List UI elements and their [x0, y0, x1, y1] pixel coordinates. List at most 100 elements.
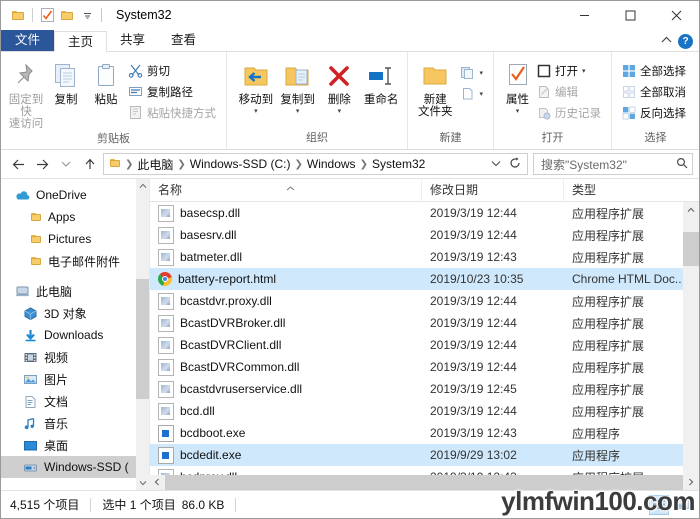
search-icon[interactable]: [676, 157, 688, 172]
sidebar-item-downloads[interactable]: Downloads: [1, 324, 149, 346]
move-to-dropdown-icon[interactable]: ▾: [254, 107, 258, 115]
table-row[interactable]: bcdedit.exe 2019/9/29 13:02 应用程序: [150, 444, 699, 466]
close-button[interactable]: [653, 1, 699, 29]
copy-button[interactable]: 复制: [46, 56, 86, 106]
scroll-left-icon[interactable]: [149, 478, 165, 488]
search-input[interactable]: 搜索"System32": [541, 156, 676, 173]
properties-dropdown-icon[interactable]: ▾: [516, 107, 520, 115]
copy-path-button[interactable]: 复制路径: [126, 81, 221, 102]
table-row[interactable]: bcastdvr.proxy.dll 2019/3/19 12:44 应用程序扩…: [150, 290, 699, 312]
properties-icon[interactable]: [37, 5, 57, 25]
table-row[interactable]: BcastDVRCommon.dll 2019/3/19 12:44 应用程序扩…: [150, 356, 699, 378]
history-button[interactable]: 历史记录: [535, 102, 606, 123]
tab-view[interactable]: 查看: [158, 30, 209, 51]
new-item-button[interactable]: ▾: [458, 62, 488, 83]
table-row[interactable]: batmeter.dll 2019/3/19 12:43 应用程序扩展: [150, 246, 699, 268]
column-header-type[interactable]: 类型: [564, 179, 699, 201]
quick-access-folder-icon[interactable]: [8, 5, 28, 25]
refresh-button[interactable]: [505, 156, 525, 172]
file-name: bcd.dll: [180, 404, 215, 418]
easy-access-button[interactable]: ▾: [458, 83, 488, 104]
sidebar-item-desktop[interactable]: 桌面: [1, 434, 149, 456]
breadcrumb-item-this-pc[interactable]: 此电脑: [134, 156, 176, 173]
customize-quick-access-dropdown-icon[interactable]: [77, 5, 97, 25]
details-view-button[interactable]: [649, 494, 669, 515]
tab-file[interactable]: 文件: [1, 30, 55, 51]
paste-button[interactable]: 粘贴: [86, 56, 126, 106]
sidebar-item-windows-ssd[interactable]: Windows-SSD (: [1, 456, 149, 478]
sidebar-item-3d-objects[interactable]: 3D 对象: [1, 302, 149, 324]
open-button[interactable]: 打开 ▾: [535, 60, 606, 81]
table-row[interactable]: battery-report.html 2019/10/23 10:35 Chr…: [150, 268, 699, 290]
recent-locations-button[interactable]: [55, 153, 77, 175]
sidebar-item-email-attachments[interactable]: 电子邮件附件: [1, 250, 149, 272]
properties-button[interactable]: 属性 ▾: [500, 56, 535, 115]
tab-share[interactable]: 共享: [107, 30, 158, 51]
ribbon-tabs-right: ?: [661, 34, 699, 51]
group-label-organize: 组织: [306, 132, 328, 144]
sidebar-item-apps[interactable]: Apps: [1, 206, 149, 228]
table-row[interactable]: basesrv.dll 2019/3/19 12:44 应用程序扩展: [150, 224, 699, 246]
select-none-button[interactable]: 全部取消: [620, 81, 691, 102]
sidebar-item-pictures[interactable]: 图片: [1, 368, 149, 390]
new-item-dropdown-icon[interactable]: ▾: [479, 69, 483, 77]
sidebar-item-documents[interactable]: 文档: [1, 390, 149, 412]
edit-button[interactable]: 编辑: [535, 81, 606, 102]
table-row[interactable]: bcastdvruserservice.dll 2019/3/19 12:45 …: [150, 378, 699, 400]
delete-button[interactable]: 删除 ▾: [319, 56, 361, 115]
maximize-button[interactable]: [607, 1, 653, 29]
sidebar-item-videos[interactable]: 视频: [1, 346, 149, 368]
select-all-button[interactable]: 全部选择: [620, 60, 691, 81]
large-icons-view-button[interactable]: [672, 495, 692, 515]
search-box[interactable]: 搜索"System32": [533, 153, 693, 175]
scroll-right-icon[interactable]: [683, 478, 699, 488]
copy-to-button[interactable]: 复制到 ▾: [277, 56, 319, 115]
scroll-up-icon[interactable]: [136, 179, 149, 193]
back-button[interactable]: [7, 153, 29, 175]
invert-selection-button[interactable]: 反向选择: [620, 102, 691, 123]
sidebar-item-onedrive[interactable]: OneDrive: [1, 184, 149, 206]
column-header-date-modified[interactable]: 修改日期: [422, 179, 564, 201]
move-to-button[interactable]: 移动到 ▾: [235, 56, 277, 115]
scrollbar-thumb[interactable]: [683, 232, 699, 266]
tab-home[interactable]: 主页: [54, 31, 108, 52]
scrollbar-thumb[interactable]: [136, 279, 149, 399]
cut-button[interactable]: 剪切: [126, 60, 221, 81]
minimize-button[interactable]: [561, 1, 607, 29]
open-dropdown-icon[interactable]: ▾: [582, 67, 586, 75]
new-folder-icon[interactable]: [57, 5, 77, 25]
table-row[interactable]: bcdboot.exe 2019/3/19 12:43 应用程序: [150, 422, 699, 444]
new-folder-button[interactable]: 新建 文件夹: [412, 56, 458, 118]
forward-button[interactable]: [31, 153, 53, 175]
table-row[interactable]: bcd.dll 2019/3/19 12:44 应用程序扩展: [150, 400, 699, 422]
breadcrumb-item-system32[interactable]: System32: [369, 157, 428, 171]
pin-to-quick-access-button[interactable]: 固定到快 速访问: [6, 56, 46, 130]
scroll-down-icon[interactable]: [136, 476, 149, 490]
table-row[interactable]: basecsp.dll 2019/3/19 12:44 应用程序扩展: [150, 202, 699, 224]
navigation-scrollbar[interactable]: [136, 179, 149, 490]
breadcrumb-item-windows-ssd[interactable]: Windows-SSD (C:): [187, 157, 294, 171]
breadcrumb-dropdown-icon[interactable]: [487, 159, 505, 169]
delete-dropdown-icon[interactable]: ▾: [338, 107, 342, 115]
copy-to-dropdown-icon[interactable]: ▾: [296, 107, 300, 115]
scrollbar-thumb[interactable]: [165, 475, 683, 491]
breadcrumb[interactable]: ❯ 此电脑 ❯ Windows-SSD (C:) ❯ Windows ❯ Sys…: [103, 153, 528, 175]
file-name-cell: bcd.dll: [150, 402, 422, 420]
collapse-ribbon-icon[interactable]: [661, 36, 672, 47]
column-header-name[interactable]: 名称: [150, 179, 422, 201]
help-button[interactable]: ?: [678, 34, 693, 49]
sidebar-item-music[interactable]: 音乐: [1, 412, 149, 434]
file-list-scrollbar[interactable]: [683, 202, 699, 490]
sidebar-item-this-pc[interactable]: 此电脑: [1, 280, 149, 302]
breadcrumb-item-windows[interactable]: Windows: [304, 157, 359, 171]
table-row[interactable]: BcastDVRClient.dll 2019/3/19 12:44 应用程序扩…: [150, 334, 699, 356]
scroll-up-icon[interactable]: [683, 202, 699, 218]
up-button[interactable]: [79, 153, 101, 175]
dll-file-icon: [158, 358, 174, 376]
table-row[interactable]: BcastDVRBroker.dll 2019/3/19 12:44 应用程序扩…: [150, 312, 699, 334]
sidebar-item-pictures-onedrive[interactable]: Pictures: [1, 228, 149, 250]
horizontal-scrollbar[interactable]: [149, 475, 699, 491]
rename-button[interactable]: 重命名: [360, 56, 402, 106]
paste-shortcut-button[interactable]: 粘贴快捷方式: [126, 102, 221, 123]
easy-access-dropdown-icon[interactable]: ▾: [479, 90, 483, 98]
